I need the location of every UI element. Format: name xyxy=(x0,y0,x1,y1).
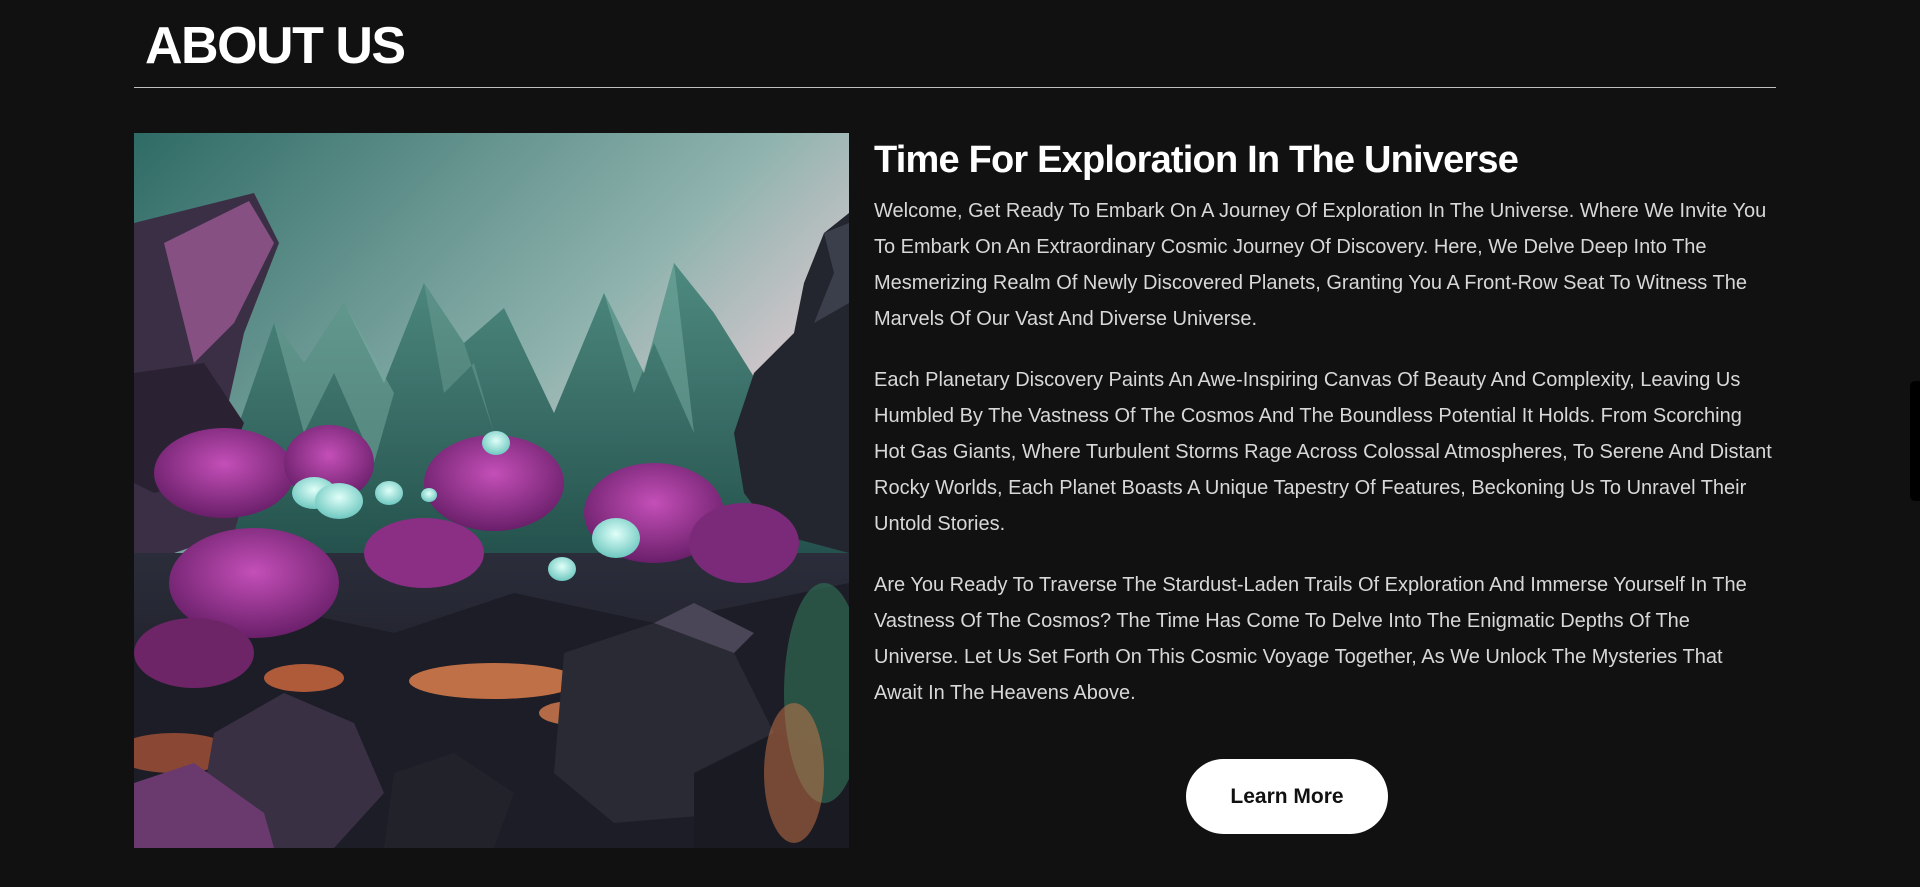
learn-more-button[interactable]: Learn More xyxy=(1186,759,1388,834)
scrollbar-thumb[interactable] xyxy=(1910,381,1920,501)
about-page: ABOUT US Time For Exploration In The Uni… xyxy=(0,0,1920,887)
alien-landscape-image xyxy=(134,133,849,848)
title-divider xyxy=(134,87,1776,88)
landscape-illustration xyxy=(134,133,849,848)
discovery-paragraph: Each Planetary Discovery Paints An Awe-I… xyxy=(874,369,1772,535)
content-heading: Time For Exploration In The Universe xyxy=(874,139,1519,181)
section-title: ABOUT US xyxy=(145,17,406,75)
intro-paragraph: Welcome, Get Ready To Embark On A Journe… xyxy=(874,200,1767,330)
invitation-paragraph: Are You Ready To Traverse The Stardust-L… xyxy=(874,574,1747,704)
about-content: Time For Exploration In The Universe Wel… xyxy=(874,133,1774,711)
